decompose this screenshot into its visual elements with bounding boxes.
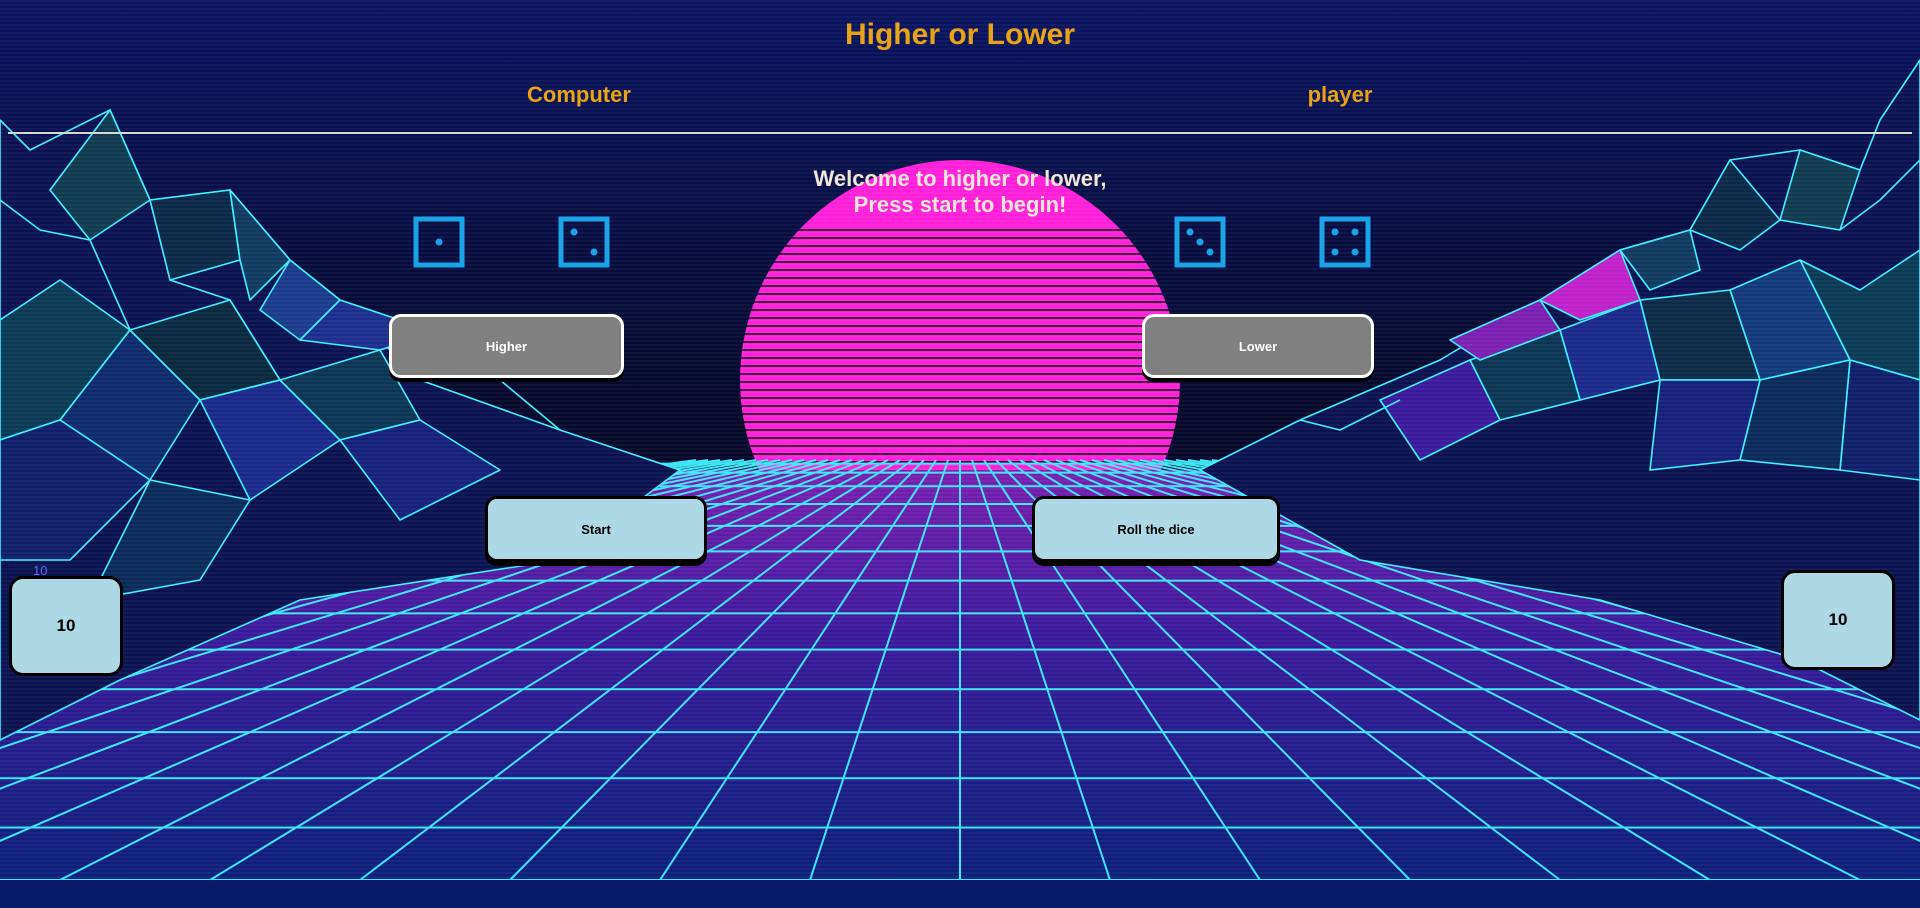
die-pip bbox=[1186, 228, 1194, 236]
die-pip bbox=[570, 228, 578, 236]
die-pip bbox=[590, 248, 598, 256]
roll-dice-button[interactable]: Roll the dice bbox=[1032, 496, 1280, 562]
computer-score-value: 10 bbox=[56, 616, 76, 635]
player-label: player bbox=[1307, 82, 1373, 107]
computer-score-box: 10 bbox=[9, 576, 123, 676]
computer-die-2 bbox=[558, 216, 610, 268]
player-die-1 bbox=[1174, 216, 1226, 268]
synthwave-background bbox=[0, 0, 1920, 908]
status-message: Welcome to higher or lower, Press start … bbox=[660, 166, 1260, 218]
die-pip bbox=[1196, 238, 1204, 246]
player-score-box: 10 bbox=[1781, 570, 1895, 670]
game-screen: Higher or Lower Computer player Welcome … bbox=[0, 0, 1920, 908]
player-score-value: 10 bbox=[1828, 610, 1848, 629]
die-pip bbox=[1206, 248, 1214, 256]
computer-label: Computer bbox=[527, 82, 631, 107]
status-message-line1: Welcome to higher or lower, bbox=[813, 166, 1107, 191]
player-die-2 bbox=[1319, 216, 1371, 268]
die-pip bbox=[1351, 228, 1359, 236]
status-message-line2: Press start to begin! bbox=[853, 192, 1067, 217]
die-pip bbox=[1351, 248, 1359, 256]
higher-button[interactable]: Higher bbox=[389, 314, 624, 378]
start-button[interactable]: Start bbox=[485, 496, 707, 562]
die-pip bbox=[1331, 228, 1339, 236]
game-title: Higher or Lower bbox=[844, 18, 1076, 51]
lower-button[interactable]: Lower bbox=[1142, 314, 1374, 378]
die-pip bbox=[435, 238, 443, 246]
computer-die-1 bbox=[413, 216, 465, 268]
die-pip bbox=[1331, 248, 1339, 256]
header-divider bbox=[8, 132, 1912, 134]
